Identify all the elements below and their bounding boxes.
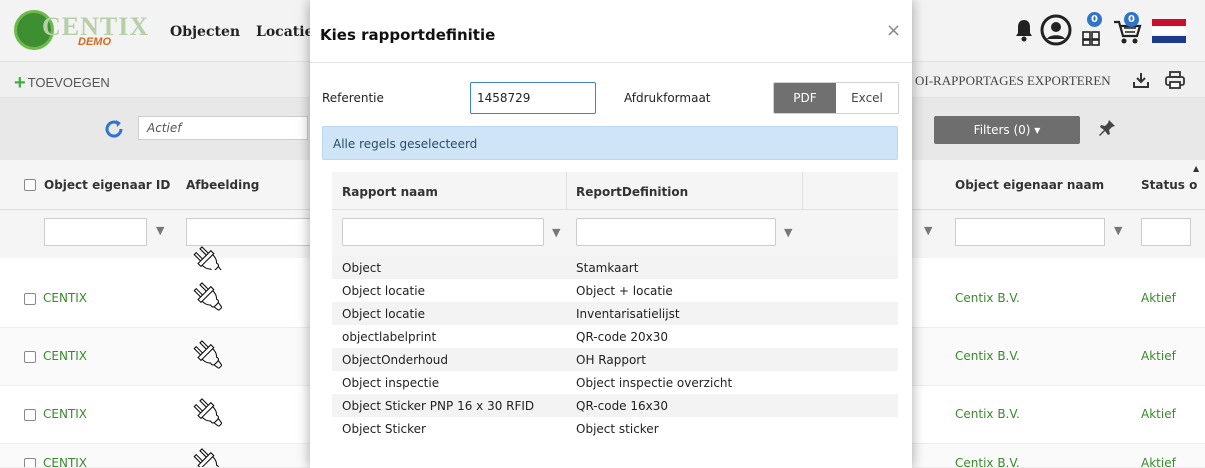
filter-icon[interactable]: ▼ [552, 226, 560, 239]
logo-demo-label: DEMO [78, 36, 111, 48]
status-cell: Aktief [1141, 349, 1176, 363]
report-table-header: Rapport naam ReportDefinition [332, 172, 898, 210]
list-item[interactable]: Object Sticker Object sticker [332, 417, 898, 440]
pin-icon[interactable] [1097, 118, 1117, 143]
row-checkbox[interactable] [24, 351, 36, 363]
scroll-up-arrow[interactable]: ▲ [1193, 164, 1199, 173]
reference-input[interactable] [470, 82, 596, 114]
col-report-name[interactable]: Rapport naam [342, 185, 438, 199]
list-item[interactable]: ObjectOnderhoud OH Rapport [332, 348, 898, 371]
filter-status[interactable] [1141, 218, 1191, 246]
owner-name-cell: Centix B.V. [955, 407, 1020, 421]
dialog-title: Kies rapportdefinitie [320, 26, 496, 44]
format-label: Afdrukformaat [624, 91, 711, 105]
filter-image[interactable] [186, 218, 316, 246]
col-status[interactable]: Status o [1141, 178, 1199, 192]
list-item[interactable]: Object Stamkaart [332, 256, 898, 279]
col-report-definition[interactable]: ReportDefinition [576, 185, 688, 199]
column-divider [802, 172, 803, 210]
dutch-flag-icon[interactable] [1152, 19, 1186, 49]
bell-icon[interactable] [1014, 18, 1034, 48]
list-item[interactable]: Object locatie Inventarisatielijst [332, 302, 898, 325]
filter-icon[interactable]: ▼ [1114, 224, 1122, 237]
list-item[interactable]: Object Sticker PNP 16 x 30 RFID QR-code … [332, 394, 898, 417]
plug-icon: 🔌︎ [190, 396, 226, 429]
row-checkbox[interactable] [24, 409, 36, 421]
col-owner-name[interactable]: Object eigenaar naam [955, 178, 1104, 192]
dialog-divider [310, 62, 912, 63]
filter-report-definition[interactable] [576, 218, 776, 246]
owner-id-cell: CENTIX [43, 456, 88, 468]
format-pdf-button[interactable]: PDF [774, 83, 836, 113]
refresh-icon[interactable] [103, 118, 125, 145]
status-cell: Aktief [1141, 407, 1176, 421]
qr-badge: 0 [1087, 12, 1102, 27]
filters-button[interactable]: Filters (0) ▾ [934, 116, 1080, 144]
owner-id-cell: CENTIX [43, 407, 88, 421]
close-icon[interactable]: × [886, 20, 901, 41]
cart-badge: 0 [1124, 12, 1139, 27]
status-select[interactable]: Actief [138, 116, 308, 140]
user-avatar-icon[interactable] [1040, 14, 1072, 46]
report-definition-dialog: Kies rapportdefinitie × Referentie Afdru… [310, 0, 912, 468]
owner-id-cell: CENTIX [43, 291, 88, 305]
plus-icon: + [14, 72, 26, 94]
filter-icon[interactable]: ▼ [924, 224, 932, 237]
list-item[interactable]: Object inspectie Object inspectie overzi… [332, 371, 898, 394]
report-filter-row: ▼ ▼ [332, 210, 898, 256]
nav-locaties[interactable]: Locaties [256, 24, 310, 40]
export-reports-button[interactable]: OI-RAPPORTAGES EXPORTEREN [915, 73, 1111, 89]
plug-icon: 🔌︎ [190, 446, 226, 468]
format-toggle: PDF Excel [773, 82, 899, 114]
owner-name-cell: Centix B.V. [955, 291, 1020, 305]
col-owner-id[interactable]: Object eigenaar ID [44, 178, 170, 192]
filter-icon[interactable]: ▼ [156, 224, 164, 237]
column-divider [566, 172, 567, 210]
list-item[interactable]: objectlabelprint QR-code 20x30 [332, 325, 898, 348]
nav-objecten[interactable]: Objecten [170, 24, 240, 40]
owner-name-cell: Centix B.V. [955, 456, 1020, 468]
selection-info-banner: Alle regels geselecteerd [322, 126, 898, 160]
filter-owner-name[interactable] [955, 218, 1105, 246]
reference-label: Referentie [322, 91, 384, 105]
select-all-checkbox[interactable] [24, 179, 36, 191]
format-excel-button[interactable]: Excel [836, 83, 898, 113]
qr-grid-icon[interactable]: 0 [1078, 12, 1104, 48]
centix-logo[interactable]: CENTIX DEMO [14, 8, 148, 52]
status-cell: Aktief [1141, 456, 1176, 468]
plug-icon: 🔌︎ [190, 338, 226, 371]
filter-icon[interactable]: ▼ [784, 226, 792, 239]
add-button[interactable]: + TOEVOEGEN [14, 72, 110, 95]
filter-report-name[interactable] [342, 218, 544, 246]
download-icon[interactable] [1131, 70, 1151, 93]
owner-name-cell: Centix B.V. [955, 349, 1020, 363]
print-icon[interactable] [1164, 70, 1186, 93]
filter-owner-id[interactable] [44, 218, 147, 246]
caret-down-icon: ▾ [1034, 123, 1041, 137]
list-item[interactable]: Object locatie Object + locatie [332, 279, 898, 302]
row-checkbox[interactable] [24, 458, 36, 467]
status-cell: Aktief [1141, 291, 1176, 305]
cart-icon[interactable]: 0 [1112, 12, 1142, 46]
row-checkbox[interactable] [24, 293, 36, 305]
owner-id-cell: CENTIX [43, 349, 88, 363]
plug-icon: 🔌︎ [190, 280, 226, 313]
col-image[interactable]: Afbeelding [186, 178, 259, 192]
